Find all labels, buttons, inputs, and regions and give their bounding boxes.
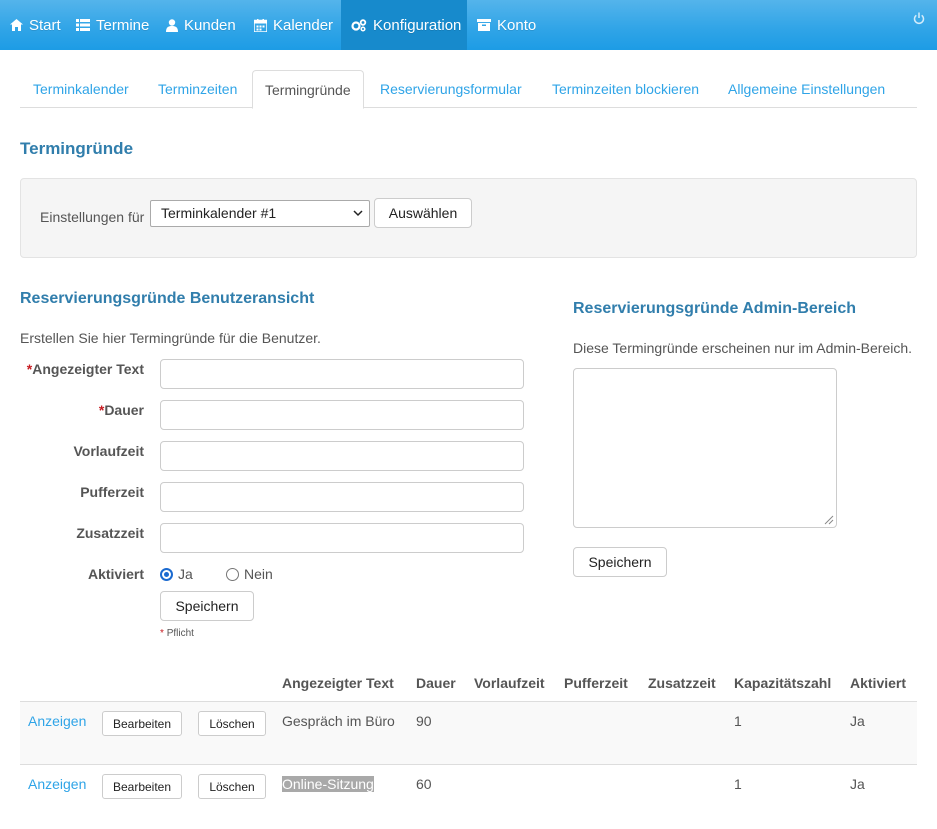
nav-item-kalender[interactable]: Kalender — [254, 0, 333, 50]
tab-terminzeiten-blockieren[interactable]: Terminzeiten blockieren — [552, 70, 699, 108]
logout-button[interactable] — [913, 12, 925, 28]
table-header-dauer: Dauer — [416, 675, 456, 691]
cell-text: Online-Sitzung — [282, 776, 374, 792]
tab-terminzeiten[interactable]: Terminzeiten — [158, 70, 237, 108]
required-note: * Pflicht — [160, 628, 194, 639]
list-icon — [76, 19, 90, 31]
table-header-pufferzeit: Pufferzeit — [564, 675, 628, 691]
user-section-description: Erstellen Sie hier Termingründe für die … — [20, 330, 321, 346]
power-icon — [913, 12, 925, 25]
table-header-kapazitaet: Kapazitätszahl — [734, 675, 832, 691]
archive-icon — [477, 19, 491, 31]
table-header-aktiviert: Aktiviert — [850, 675, 907, 691]
admin-section-description: Diese Termingründe erscheinen nur im Adm… — [573, 340, 913, 356]
nav-label-start: Start — [29, 16, 61, 34]
nav-item-kunden[interactable]: Kunden — [166, 0, 236, 50]
home-icon — [10, 19, 23, 31]
chevron-down-icon — [353, 210, 363, 217]
table-row: Anzeigen Bearbeiten Löschen Online-Sitzu… — [20, 764, 917, 827]
page-title: Termingründe — [20, 139, 134, 158]
pufferzeit-input[interactable] — [160, 482, 524, 512]
nav-label-kunden: Kunden — [184, 16, 236, 34]
settings-panel: Einstellungen für Terminkalender #1 Ausw… — [20, 178, 917, 258]
settings-label: Einstellungen für — [40, 209, 145, 225]
tab-allgemeine-einstellungen[interactable]: Allgemeine Einstellungen — [728, 70, 885, 108]
admin-reasons-textarea[interactable] — [573, 368, 837, 528]
cell-kapazitaet: 1 — [734, 713, 742, 729]
cell-aktiviert: Ja — [850, 713, 865, 729]
admin-section-title: Reservierungsgründe Admin-Bereich — [573, 300, 857, 317]
table-header-vorlaufzeit: Vorlaufzeit — [474, 675, 545, 691]
nav-label-konto: Konto — [497, 16, 537, 34]
cell-text: Gespräch im Büro — [282, 713, 395, 729]
field-label-aktiviert: Aktiviert — [87, 566, 144, 582]
nav-label-termine: Termine — [96, 16, 150, 34]
cell-dauer: 60 — [416, 776, 432, 792]
nav-item-start[interactable]: Start — [10, 0, 61, 50]
table-header-text: Angezeigter Text — [282, 675, 394, 691]
nav-label-konfiguration: Konfiguration — [373, 16, 462, 34]
field-label-vorlaufzeit: Vorlaufzeit — [73, 443, 144, 459]
user-icon — [166, 18, 178, 32]
view-link[interactable]: Anzeigen — [28, 776, 86, 792]
save-user-reasons-button[interactable]: Speichern — [160, 591, 254, 621]
zusatzzeit-input[interactable] — [160, 523, 524, 553]
radio-ja-label: Ja — [178, 566, 193, 582]
save-admin-reasons-button[interactable]: Speichern — [573, 547, 667, 577]
cell-aktiviert: Ja — [850, 776, 865, 792]
user-section-title: Reservierungsgründe Benutzeransicht — [20, 290, 315, 307]
tab-termingruende[interactable]: Termingründe — [252, 70, 364, 109]
field-label-pufferzeit: Pufferzeit — [80, 484, 144, 500]
config-tabs: Terminkalender Terminzeiten Termingründe… — [20, 70, 917, 109]
edit-button[interactable]: Bearbeiten — [102, 711, 182, 736]
vorlaufzeit-input[interactable] — [160, 441, 524, 471]
radio-nein[interactable] — [226, 568, 239, 581]
tab-reservierungsformular[interactable]: Reservierungsformular — [380, 70, 522, 108]
dauer-input[interactable] — [160, 400, 524, 430]
delete-button[interactable]: Löschen — [198, 711, 266, 736]
angezeigter-text-input[interactable] — [160, 359, 524, 389]
cell-kapazitaet: 1 — [734, 776, 742, 792]
tab-terminkalender[interactable]: Terminkalender — [33, 70, 129, 108]
table-header-zusatzzeit: Zusatzzeit — [648, 675, 716, 691]
nav-item-termine[interactable]: Termine — [76, 0, 149, 50]
field-label-dauer: *Dauer — [98, 402, 144, 418]
nav-item-konto[interactable]: Konto — [477, 0, 536, 50]
field-label-zusatzzeit: Zusatzzeit — [76, 525, 144, 541]
top-navbar: Start Termine Kunden Kalender Konfigurat… — [0, 0, 937, 50]
field-label-angezeigter-text: *Angezeigter Text — [26, 361, 144, 377]
edit-button[interactable]: Bearbeiten — [102, 774, 182, 799]
radio-ja[interactable] — [160, 568, 173, 581]
calendar-select-value: Terminkalender #1 — [161, 205, 277, 221]
nav-item-konfiguration[interactable]: Konfiguration — [341, 0, 467, 50]
resize-handle-icon[interactable] — [824, 515, 834, 525]
calendar-select[interactable]: Terminkalender #1 — [150, 200, 370, 227]
radio-nein-label: Nein — [244, 566, 273, 582]
view-link[interactable]: Anzeigen — [28, 713, 86, 729]
cogs-icon — [351, 18, 367, 32]
table-row: Anzeigen Bearbeiten Löschen Gespräch im … — [20, 701, 917, 764]
delete-button[interactable]: Löschen — [198, 774, 266, 799]
cell-dauer: 90 — [416, 713, 432, 729]
calendar-icon — [254, 18, 267, 32]
nav-label-kalender: Kalender — [273, 16, 334, 34]
select-calendar-button[interactable]: Auswählen — [374, 198, 472, 228]
